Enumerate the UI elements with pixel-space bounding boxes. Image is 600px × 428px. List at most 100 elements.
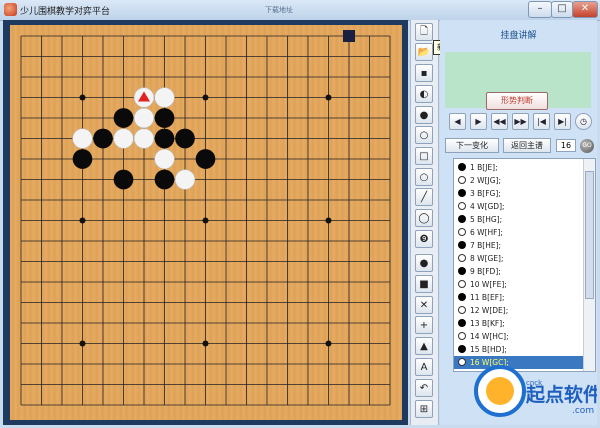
move-list-item[interactable]: 12 W[DE]; (454, 304, 585, 317)
close-button[interactable]: ✕ (572, 1, 598, 18)
move-list-item[interactable]: 9 B[FD]; (454, 265, 585, 278)
white-stone (154, 148, 175, 170)
corner-marker (343, 30, 355, 42)
white-stone-icon (458, 202, 466, 210)
move-label: 8 W[GE]; (470, 254, 504, 263)
star-point (325, 340, 332, 347)
scrollbar-thumb[interactable] (585, 171, 594, 299)
black-stone-icon (458, 163, 466, 171)
star-point (79, 340, 86, 347)
triangle-icon[interactable]: ▲ (415, 337, 433, 355)
move-label: 4 W[GD]; (470, 202, 505, 211)
star-point (202, 340, 209, 347)
move-list-item[interactable]: 11 B[EF]; (454, 291, 585, 304)
black-stone (154, 169, 175, 190)
move-label: 5 B[HG]; (470, 215, 503, 224)
white-stone (133, 128, 155, 149)
white-stone-icon (458, 280, 466, 288)
white-stone (113, 128, 134, 149)
minimize-button[interactable]: – (528, 1, 552, 18)
plus-icon[interactable]: + (415, 316, 433, 334)
filled-square-icon[interactable]: ■ (415, 275, 433, 293)
fast-forward-icon[interactable]: ▶▶ (512, 113, 529, 130)
white-stone (133, 107, 155, 129)
move-list-item[interactable]: 1 B[JE]; (454, 161, 585, 174)
go-board[interactable] (10, 25, 402, 420)
move-label: 12 W[DE]; (470, 306, 509, 315)
black-stone-icon (458, 241, 466, 249)
new-file-icon[interactable]: 🗋 (415, 23, 433, 41)
black-stone (113, 108, 134, 128)
move-number-input[interactable]: 16 (556, 139, 576, 152)
last-move-icon[interactable]: ▶| (554, 113, 571, 130)
save-icon[interactable]: ▪ (415, 64, 433, 82)
white-stone (72, 128, 93, 149)
toggle-stone-icon[interactable]: ◐ (415, 85, 433, 103)
move-list-item[interactable]: 4 W[GD]; (454, 200, 585, 213)
star-point (325, 217, 332, 224)
move-list-item[interactable]: 8 W[GE]; (454, 252, 585, 265)
watermark-domain: .com (572, 406, 594, 416)
first-move-icon[interactable]: |◀ (533, 113, 550, 130)
next-variation-button[interactable]: 下一变化 (445, 138, 499, 153)
move-list-item[interactable]: 10 W[FE]; (454, 278, 585, 291)
window-title: 少儿围棋教学对弈平台 (20, 7, 111, 17)
square-icon[interactable]: □ (415, 147, 433, 165)
move-label: 13 B[KF]; (470, 319, 505, 328)
open-folder-icon[interactable]: 📂 (415, 43, 433, 61)
undo-icon[interactable]: ↶ (415, 379, 433, 397)
black-stone (72, 149, 93, 169)
judge-position-button[interactable]: 形势判断 (486, 92, 548, 110)
move-label: 10 W[FE]; (470, 280, 507, 289)
white-stone-icon (458, 228, 466, 236)
prev-icon[interactable]: ◀ (449, 113, 466, 130)
black-stone-icon (458, 345, 466, 353)
star-point (202, 94, 209, 101)
tool-palette: 🗋 📂 ▪ ◐ ● ○ □ ○ ╱ ◯ ❾ ● ■ ✕ + ▲ A ↶ ⊞ (410, 20, 439, 425)
black-stone (195, 149, 216, 169)
white-stone-icon (458, 332, 466, 340)
white-stone-icon (458, 176, 466, 184)
move-list-scrollbar[interactable] (583, 159, 595, 371)
star-point (79, 94, 86, 101)
move-list-item[interactable]: 14 W[HC]; (454, 330, 585, 343)
watermark-domain-prefix: cnck (526, 379, 543, 387)
title-bar: 少儿围棋教学对弈平台 下载地址 – □ ✕ (0, 0, 600, 21)
move-label: 11 B[EF]; (470, 293, 505, 302)
move-label: 3 B[FG]; (470, 189, 501, 198)
go-button[interactable]: GO (580, 139, 594, 153)
main-line-button[interactable]: 返回主谱 (503, 138, 551, 153)
dot-icon[interactable]: ● (415, 254, 433, 272)
star-point (202, 217, 209, 224)
circle-icon[interactable]: ○ (415, 168, 433, 186)
black-stone (154, 108, 175, 128)
move-list-item[interactable]: 13 B[KF]; (454, 317, 585, 330)
grid-icon[interactable]: ⊞ (415, 400, 433, 418)
move-list-item[interactable]: 6 W[HF]; (454, 226, 585, 239)
clock-icon[interactable]: ◷ (575, 113, 592, 130)
move-list[interactable]: 1 B[JE]; 2 W[JG]; 3 B[FG]; 4 W[GD]; 5 B[HG];… (453, 158, 596, 372)
white-stone-icon[interactable]: ○ (415, 126, 433, 144)
watermark-logo: 起点软件 cnck .com (462, 355, 600, 425)
cross-icon[interactable]: ✕ (415, 296, 433, 314)
line-icon[interactable]: ╱ (415, 188, 433, 206)
move-label: 9 B[FD]; (470, 267, 501, 276)
black-stone-icon[interactable]: ● (415, 106, 433, 124)
lasso-icon[interactable]: ◯ (415, 209, 433, 227)
move-list-item[interactable]: 2 W[JG]; (454, 174, 585, 187)
maximize-button[interactable]: □ (551, 1, 573, 18)
move-list-item[interactable]: 3 B[FG]; (454, 187, 585, 200)
text-icon[interactable]: A (415, 358, 433, 376)
white-stone-icon (458, 306, 466, 314)
move-list-item[interactable]: 7 B[HE]; (454, 239, 585, 252)
board-grid[interactable] (10, 25, 402, 420)
move-list-item[interactable]: 5 B[HG]; (454, 213, 585, 226)
move-label: 2 W[JG]; (470, 176, 501, 185)
move-label: 7 B[HE]; (470, 241, 502, 250)
play-icon[interactable]: ▶ (470, 113, 487, 130)
rewind-icon[interactable]: ◀◀ (491, 113, 508, 130)
black-stone (154, 128, 175, 149)
black-stone-icon (458, 189, 466, 197)
document-title: 下载地址 (265, 6, 293, 14)
nine-icon[interactable]: ❾ (415, 230, 433, 248)
